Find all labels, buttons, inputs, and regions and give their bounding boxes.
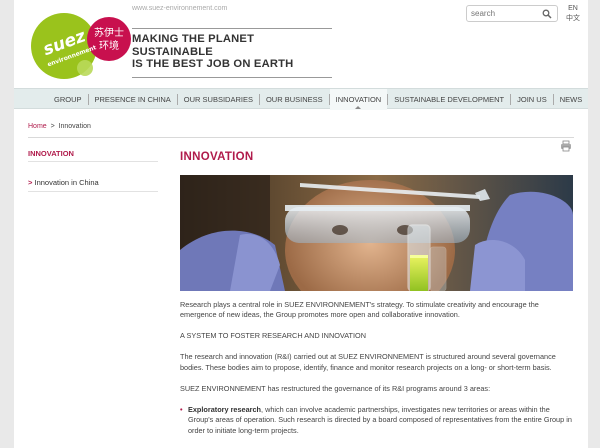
hero-image-scientist bbox=[180, 175, 573, 291]
hero-photo bbox=[180, 175, 573, 291]
site-url[interactable]: www.suez-environnement.com bbox=[132, 5, 227, 12]
logo-chinese-line2: 环境 bbox=[99, 39, 119, 52]
lang-cn-link[interactable]: 中文 bbox=[566, 14, 580, 24]
nav-items: GROUP PRESENCE IN CHINA OUR SUBSIDARIES … bbox=[48, 89, 588, 110]
sidebar-divider bbox=[28, 191, 158, 192]
chevron-right-icon: > bbox=[28, 178, 33, 187]
breadcrumb-separator: > bbox=[50, 123, 55, 130]
nav-item-join-us[interactable]: JOIN US bbox=[511, 89, 553, 110]
section-heading: A SYSTEM TO FOSTER RESEARCH AND INNOVATI… bbox=[180, 331, 366, 341]
page-title: INNOVATION bbox=[180, 151, 254, 163]
search-box[interactable] bbox=[466, 5, 558, 22]
logo-graphic: suez environnement 苏伊士 环境 bbox=[31, 13, 131, 79]
page: www.suez-environnement.com suez environn… bbox=[14, 0, 588, 448]
list-item-heading: Exploratory research bbox=[188, 404, 262, 414]
bullet-icon: • bbox=[180, 404, 183, 414]
language-switcher: EN 中文 bbox=[566, 4, 580, 24]
logo-chinese-line1: 苏伊士 bbox=[94, 26, 124, 39]
list-item: • Exploratory research, which can involv… bbox=[180, 405, 576, 436]
areas-intro-paragraph: SUEZ ENVIRONNEMENT has restructured the … bbox=[180, 383, 491, 393]
search-icon[interactable] bbox=[542, 9, 552, 19]
nav-item-presence-in-china[interactable]: PRESENCE IN CHINA bbox=[89, 89, 177, 110]
sidebar-item-innovation-in-china[interactable]: > Innovation in China bbox=[28, 178, 99, 187]
lang-en-link[interactable]: EN bbox=[566, 4, 580, 14]
breadcrumb-current: Innovation bbox=[58, 123, 91, 130]
nav-item-our-business[interactable]: OUR BUSINESS bbox=[260, 89, 329, 110]
governance-paragraph: The research and innovation (R&I) carrie… bbox=[180, 352, 556, 372]
intro-paragraph: Research plays a central role in SUEZ EN… bbox=[180, 300, 539, 320]
sidebar-title: INNOVATION bbox=[28, 149, 74, 158]
nav-item-our-subsidaries[interactable]: OUR SUBSIDARIES bbox=[178, 89, 259, 110]
tagline-line2: IS THE BEST JOB ON EARTH bbox=[132, 58, 294, 70]
article-body: Research plays a central role in SUEZ EN… bbox=[180, 300, 576, 436]
tagline: MAKING THE PLANET SUSTAINABLE IS THE BES… bbox=[132, 28, 332, 78]
search-input[interactable] bbox=[471, 9, 541, 18]
areas-list: • Exploratory research, which can involv… bbox=[180, 405, 576, 436]
nav-item-innovation[interactable]: INNOVATION bbox=[329, 89, 388, 110]
printer-icon[interactable] bbox=[560, 140, 572, 152]
nav-item-group[interactable]: GROUP bbox=[48, 89, 88, 110]
breadcrumb: Home > Innovation bbox=[28, 123, 91, 130]
sidebar-item-label: Innovation in China bbox=[34, 178, 99, 187]
sidebar-divider bbox=[28, 161, 158, 162]
main-nav: GROUP PRESENCE IN CHINA OUR SUBSIDARIES … bbox=[14, 88, 588, 110]
nav-item-sustainable-development[interactable]: SUSTAINABLE DEVELOPMENT bbox=[388, 89, 510, 110]
tagline-line1: MAKING THE PLANET SUSTAINABLE bbox=[132, 33, 255, 58]
breadcrumb-divider bbox=[28, 137, 574, 138]
breadcrumb-home-link[interactable]: Home bbox=[28, 123, 47, 130]
nav-item-news[interactable]: NEWS bbox=[554, 89, 588, 110]
suez-logo[interactable]: suez environnement 苏伊士 环境 bbox=[30, 12, 140, 82]
